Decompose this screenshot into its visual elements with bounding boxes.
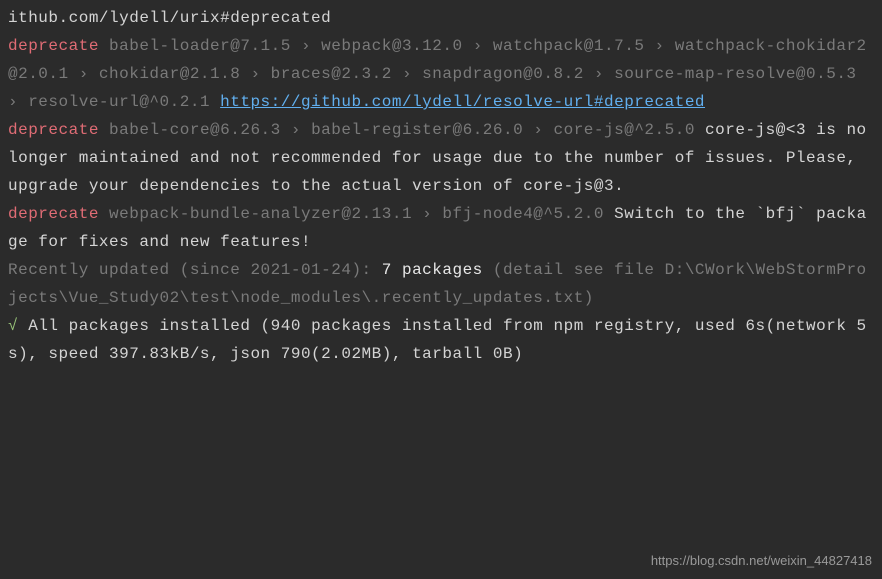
watermark: https://blog.csdn.net/weixin_44827418: [651, 550, 872, 573]
dep-chain: webpack-bundle-analyzer@2.13.1 › bfj-nod…: [109, 205, 604, 223]
terminal-output: ithub.com/lydell/urix#deprecated depreca…: [8, 4, 874, 368]
deprecate-label: deprecate: [8, 37, 99, 55]
deprecation-link[interactable]: https://github.com/lydell/resolve-url#de…: [220, 93, 705, 111]
recent-prefix: Recently updated (since 2021-01-24):: [8, 261, 372, 279]
dep-chain: babel-core@6.26.3 › babel-register@6.26.…: [109, 121, 695, 139]
deprecate-label: deprecate: [8, 121, 99, 139]
deprecate-label: deprecate: [8, 205, 99, 223]
install-summary: All packages installed (940 packages ins…: [8, 317, 867, 363]
text-fragment: ithub.com/lydell/urix#deprecated: [8, 9, 331, 27]
check-icon: √: [8, 317, 18, 335]
recent-count: 7 packages: [382, 261, 483, 279]
